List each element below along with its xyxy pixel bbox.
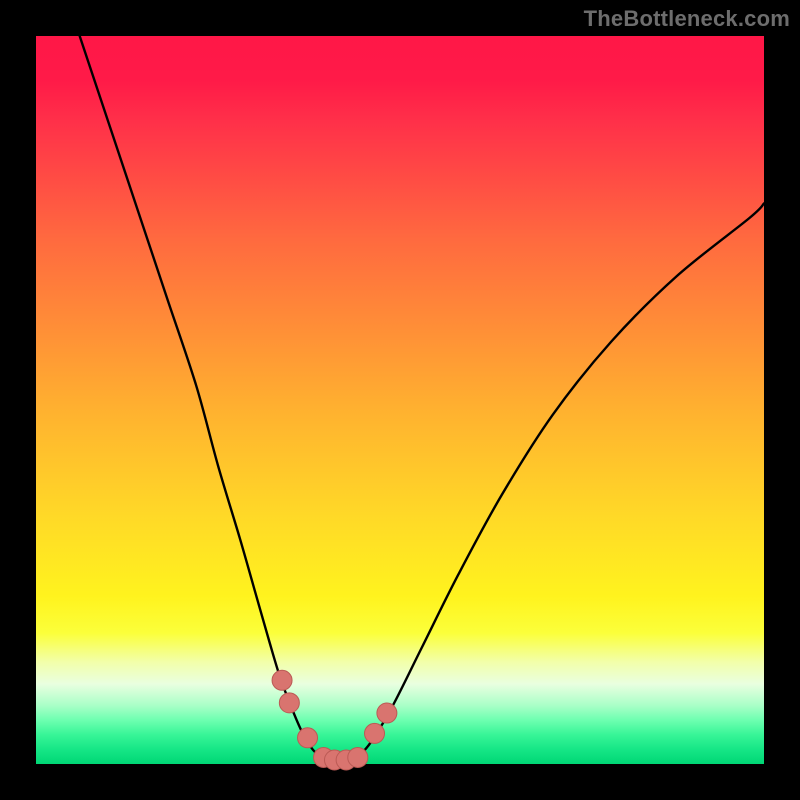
curves-layer — [36, 36, 764, 764]
data-marker — [365, 723, 385, 743]
left-curve — [80, 36, 324, 759]
chart-frame: TheBottleneck.com — [0, 0, 800, 800]
right-curve — [356, 203, 764, 758]
data-marker — [348, 747, 368, 767]
data-marker — [279, 693, 299, 713]
data-marker — [377, 703, 397, 723]
data-marker — [272, 670, 292, 690]
data-marker — [298, 728, 318, 748]
marker-group — [272, 670, 397, 770]
plot-area — [36, 36, 764, 764]
watermark-text: TheBottleneck.com — [584, 6, 790, 32]
